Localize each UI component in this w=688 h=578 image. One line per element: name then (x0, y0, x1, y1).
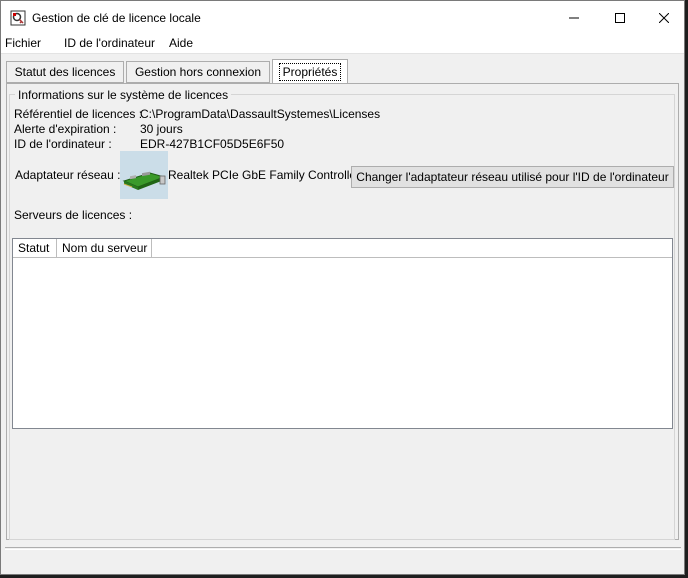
status-bar-divider (5, 547, 681, 548)
close-button[interactable] (641, 1, 687, 34)
tab-offline-management-label: Gestion hors connexion (134, 65, 262, 79)
computer-id-value: EDR-427B1CF05D5E6F50 (140, 137, 285, 151)
column-header-server-name[interactable]: Nom du serveur (57, 239, 152, 258)
menu-fichier[interactable]: Fichier (5, 36, 41, 50)
menu-bar: Fichier ID de l'ordinateur Aide (1, 34, 684, 54)
minimize-button[interactable] (551, 1, 597, 34)
column-header-filler (152, 239, 672, 258)
tab-license-status[interactable]: Statut des licences (6, 61, 124, 83)
servers-label: Serveurs de licences : (14, 208, 133, 222)
repository-value: C:\ProgramData\DassaultSystemes\Licenses (140, 107, 381, 121)
expiration-value: 30 jours (140, 122, 183, 136)
tab-offline-management[interactable]: Gestion hors connexion (126, 61, 270, 83)
close-icon (659, 12, 669, 23)
window-title: Gestion de clé de licence locale (32, 11, 201, 25)
expiration-label: Alerte d'expiration : (14, 122, 117, 136)
tab-license-status-label: Statut des licences (14, 65, 116, 79)
menu-aide[interactable]: Aide (169, 36, 193, 50)
app-key-icon (10, 10, 26, 26)
adapter-value: Realtek PCIe GbE Family Controller (168, 168, 361, 182)
column-header-status[interactable]: Statut (13, 239, 57, 258)
group-title: Informations sur le système de licences (15, 88, 232, 102)
license-manager-window: Gestion de clé de licence locale Fichier… (0, 0, 685, 575)
minimize-icon (569, 17, 579, 18)
network-card-icon (120, 151, 168, 199)
license-servers-list[interactable]: Statut Nom du serveur (12, 238, 673, 429)
tab-properties[interactable]: Propriétés (272, 59, 348, 83)
title-bar[interactable]: Gestion de clé de licence locale (1, 1, 684, 34)
computer-id-label: ID de l'ordinateur : (14, 137, 112, 151)
maximize-icon (615, 12, 625, 23)
repository-label: Référentiel de licences : (14, 107, 143, 121)
change-adapter-button[interactable]: Changer l'adaptateur réseau utilisé pour… (351, 166, 674, 188)
adapter-label: Adaptateur réseau : (15, 168, 121, 182)
menu-computer-id[interactable]: ID de l'ordinateur (64, 36, 155, 50)
maximize-button[interactable] (597, 1, 643, 34)
tab-properties-label: Propriétés (278, 62, 342, 81)
status-bar-divider-highlight (5, 549, 681, 550)
